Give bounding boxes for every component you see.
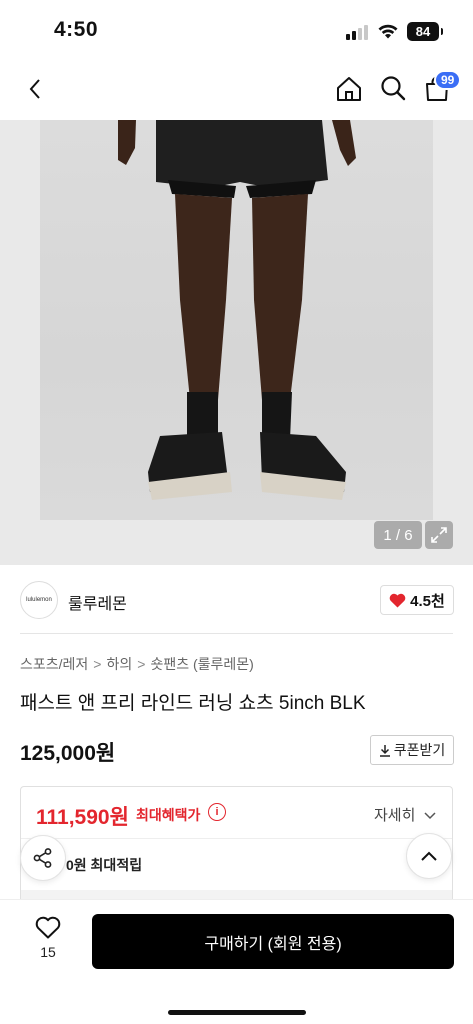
breadcrumb-item[interactable]: 스포츠/레저 xyxy=(20,656,88,672)
scroll-to-top-button[interactable] xyxy=(406,833,452,879)
home-icon xyxy=(337,77,361,101)
back-button[interactable] xyxy=(20,74,50,104)
search-button[interactable] xyxy=(378,73,408,103)
breadcrumb-item[interactable]: 숏팬츠 (룰루레몬) xyxy=(150,656,253,672)
cart-count-badge: 99 xyxy=(434,70,462,90)
brand-name[interactable]: 룰루레몬 xyxy=(68,590,127,614)
wishlist-button[interactable]: 15 xyxy=(30,916,66,966)
divider xyxy=(21,838,452,839)
breadcrumb: 스포츠/레저 > 하의 > 숏팬츠 (룰루레몬) xyxy=(20,654,254,674)
wifi-icon xyxy=(378,24,398,39)
coupon-download-button[interactable]: 쿠폰받기 xyxy=(370,735,454,765)
max-benefit-price: 111,590원 xyxy=(36,806,129,829)
top-navigation xyxy=(0,60,473,120)
image-page-indicator: 1 / 6 xyxy=(374,521,422,549)
heart-outline-icon xyxy=(35,916,61,939)
search-icon xyxy=(381,76,406,101)
brand-logo-text: lululemon xyxy=(26,597,52,603)
product-image-gallery[interactable]: 1 / 6 xyxy=(0,120,473,565)
chevron-down-icon xyxy=(424,812,436,820)
home-button[interactable] xyxy=(334,74,364,104)
coupon-label: 쿠폰받기 xyxy=(393,742,446,758)
download-icon xyxy=(379,744,390,757)
expand-image-button[interactable] xyxy=(425,521,453,549)
info-icon[interactable]: i xyxy=(208,803,226,821)
expand-icon xyxy=(431,527,447,543)
chevron-right-icon: > xyxy=(93,656,102,672)
wishlist-count: 15 xyxy=(40,944,56,960)
max-points-text: 0원 최대적립 xyxy=(66,857,143,873)
share-icon xyxy=(33,848,52,868)
share-button[interactable] xyxy=(20,835,66,881)
product-price: 125,000원 xyxy=(20,742,116,765)
product-photo xyxy=(40,120,433,520)
brand-like-count: 4.5천 xyxy=(410,592,445,610)
brand-like-button[interactable]: 4.5천 xyxy=(380,585,454,615)
bottom-action-bar: 15 구매하기 (회원 전용) xyxy=(0,899,473,1024)
benefit-box: 111,590원 최대혜택가 i 자세히 0원 최대적립 xyxy=(20,786,453,907)
brand-row: lululemon 룰루레몬 4.5천 xyxy=(0,565,473,635)
status-bar: 4:50 84 xyxy=(0,0,473,60)
brand-logo[interactable]: lululemon xyxy=(20,581,58,619)
chevron-right-icon: > xyxy=(137,656,146,672)
breadcrumb-item[interactable]: 하의 xyxy=(106,656,132,672)
battery-icon: 84 xyxy=(407,22,443,41)
product-title: 패스트 앤 프리 라인드 러닝 쇼츠 5inch BLK xyxy=(20,693,366,714)
buy-button[interactable]: 구매하기 (회원 전용) xyxy=(92,914,454,969)
divider xyxy=(20,633,453,634)
home-indicator xyxy=(168,1010,306,1015)
cellular-signal-icon xyxy=(346,24,372,40)
heart-filled-icon xyxy=(389,593,406,607)
benefit-details-link[interactable]: 자세히 xyxy=(374,804,436,825)
details-label: 자세히 xyxy=(374,807,416,824)
model-legs-illustration xyxy=(118,120,356,500)
chevron-up-icon xyxy=(421,851,437,861)
status-time: 4:50 xyxy=(54,18,99,41)
chevron-left-icon xyxy=(29,79,40,99)
max-benefit-label: 최대혜택가 xyxy=(136,807,201,823)
